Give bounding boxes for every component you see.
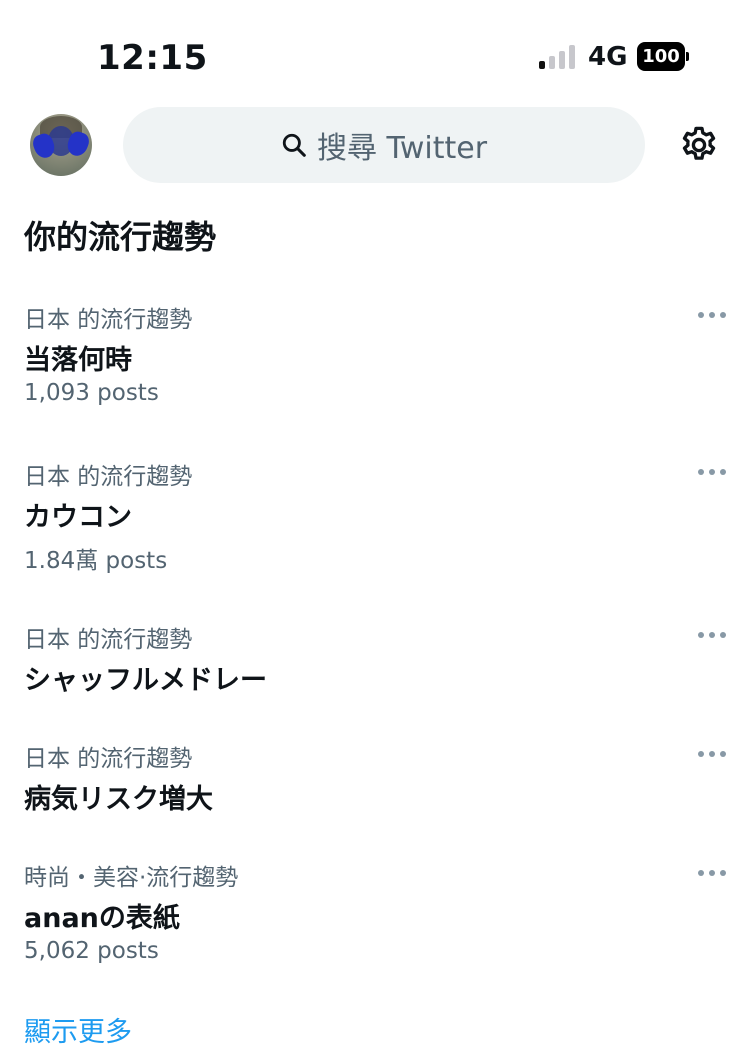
battery-icon: 100 bbox=[637, 42, 689, 71]
trend-context: 日本 的流行趨勢 bbox=[24, 464, 193, 490]
trend-item[interactable]: 日本 的流行趨勢 シャッフルメドレー bbox=[0, 620, 753, 700]
search-input[interactable]: 搜尋 Twitter bbox=[123, 107, 645, 183]
trend-post-count: 5,062 posts bbox=[24, 938, 159, 964]
trend-item[interactable]: 日本 的流行趨勢 病気リスク増大 bbox=[0, 739, 753, 819]
search-placeholder: 搜尋 Twitter bbox=[316, 131, 488, 166]
more-options-icon[interactable] bbox=[698, 751, 728, 759]
network-type: 4G bbox=[588, 42, 628, 72]
trend-name: 当落何時 bbox=[24, 345, 132, 376]
status-time: 12:15 bbox=[97, 38, 208, 78]
trend-context: 日本 的流行趨勢 bbox=[24, 746, 193, 772]
trend-item[interactable]: 日本 的流行趨勢 カウコン 1.84萬 posts bbox=[0, 457, 753, 582]
trend-context: 時尚・美容·流行趨勢 bbox=[24, 865, 239, 891]
search-icon bbox=[282, 133, 306, 157]
trend-name: ananの表紙 bbox=[24, 903, 180, 934]
signal-strength-icon bbox=[539, 43, 579, 69]
more-options-icon[interactable] bbox=[698, 469, 728, 477]
trend-item[interactable]: 日本 的流行趨勢 当落何時 1,093 posts bbox=[0, 300, 753, 420]
battery-level: 100 bbox=[637, 42, 685, 71]
trend-post-count: 1,093 posts bbox=[24, 380, 159, 406]
trend-post-count: 1.84萬 posts bbox=[24, 548, 168, 574]
show-more-link[interactable]: 顯示更多 bbox=[24, 1010, 132, 1049]
trend-context: 日本 的流行趨勢 bbox=[24, 627, 193, 653]
more-options-icon[interactable] bbox=[698, 632, 728, 640]
gear-icon[interactable] bbox=[678, 124, 720, 166]
trend-name: 病気リスク増大 bbox=[24, 784, 213, 815]
trend-item[interactable]: 時尚・美容·流行趨勢 ananの表紙 5,062 posts bbox=[0, 858, 753, 978]
avatar[interactable] bbox=[30, 114, 92, 176]
status-bar: 12:15 4G 100 bbox=[0, 0, 753, 100]
trend-name: シャッフルメドレー bbox=[24, 665, 267, 696]
trend-name: カウコン bbox=[24, 502, 132, 533]
page-title: 你的流行趨勢 bbox=[24, 218, 217, 256]
trend-context: 日本 的流行趨勢 bbox=[24, 307, 193, 333]
more-options-icon[interactable] bbox=[698, 312, 728, 320]
explore-header: 搜尋 Twitter bbox=[0, 100, 753, 195]
more-options-icon[interactable] bbox=[698, 870, 728, 878]
